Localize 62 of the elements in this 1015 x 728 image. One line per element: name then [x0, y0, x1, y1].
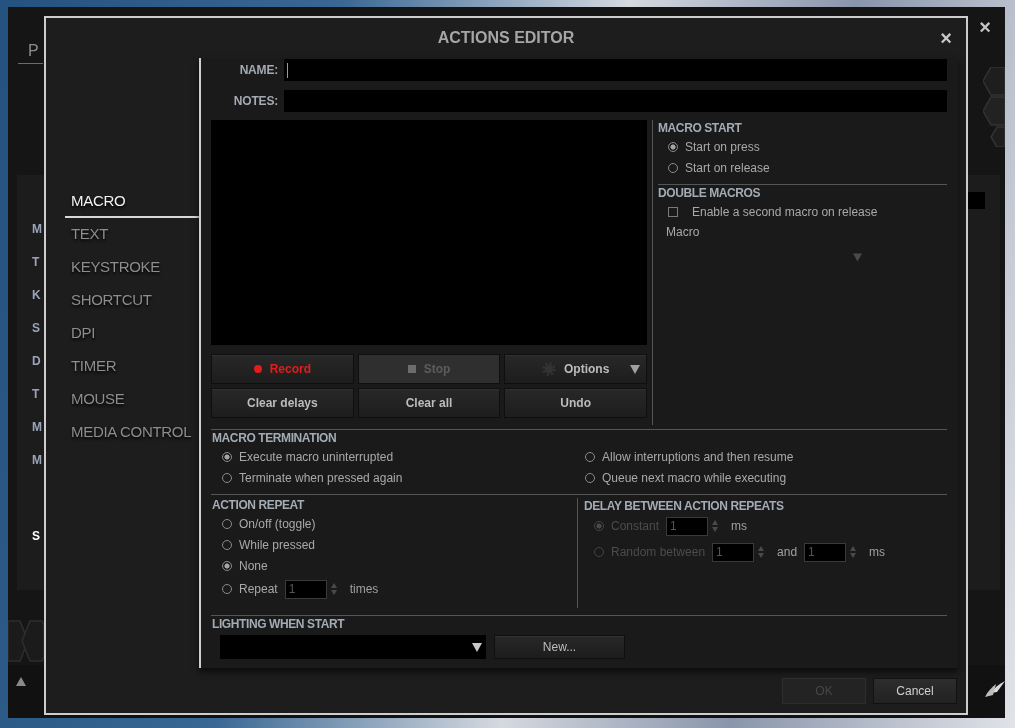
- unit-label: ms: [869, 545, 886, 559]
- radio-button[interactable]: [222, 451, 232, 462]
- dialog-title: ACTIONS EDITOR: [437, 28, 575, 48]
- menu-letter[interactable]: T: [32, 246, 40, 279]
- section-heading: MACRO TERMINATION: [212, 430, 337, 446]
- radio-label: None: [239, 558, 268, 573]
- menu-letter[interactable]: D: [32, 345, 41, 378]
- radio-label: Repeat: [239, 582, 278, 596]
- options-button[interactable]: Options: [504, 354, 647, 384]
- section-heading: DELAY BETWEEN ACTION REPEATS: [584, 498, 784, 514]
- menu-letter[interactable]: T: [32, 378, 40, 411]
- section-heading: MACRO START: [658, 120, 742, 136]
- name-field[interactable]: [284, 59, 947, 81]
- radio-label: Start on press: [685, 139, 760, 154]
- radio-label: On/off (toggle): [239, 516, 316, 531]
- category-tab[interactable]: MOUSE: [65, 383, 199, 416]
- radio-label: Execute macro uninterrupted: [239, 449, 394, 464]
- field-label: NAME:: [239, 63, 278, 77]
- notes-field[interactable]: [284, 90, 947, 112]
- checkbox[interactable]: [668, 206, 678, 217]
- checkbox-label: Enable a second macro on release: [692, 204, 878, 219]
- close-button[interactable]: ×: [940, 28, 952, 48]
- category-tab[interactable]: TIMER: [65, 350, 199, 383]
- menu-letter[interactable]: S: [32, 520, 40, 553]
- dropdown-caret-icon: [472, 642, 482, 652]
- stop-square-icon: [407, 365, 416, 373]
- radio-button[interactable]: [668, 141, 678, 152]
- radio-label: Allow interruptions and then resume: [602, 449, 794, 464]
- radio-button[interactable]: [222, 560, 232, 571]
- logo-icon: [985, 681, 1005, 697]
- menu-letter[interactable]: M: [32, 444, 42, 477]
- section-heading: LIGHTING WHEN START: [212, 616, 345, 632]
- unit-label: times: [349, 582, 379, 596]
- up-arrow-icon[interactable]: [16, 677, 26, 686]
- undo-button[interactable]: Undo: [504, 388, 647, 418]
- new-button[interactable]: New...: [494, 635, 625, 659]
- category-tab[interactable]: TEXT: [65, 218, 199, 251]
- unit-label: ms: [731, 519, 748, 533]
- category-tab[interactable]: DPI: [65, 317, 199, 350]
- radio-label: Terminate when pressed again: [239, 470, 403, 485]
- menu-letter[interactable]: S: [32, 312, 40, 345]
- category-tab[interactable]: KEYSTROKE: [65, 251, 199, 284]
- close-button[interactable]: ×: [979, 17, 991, 37]
- clear-delays-button[interactable]: Clear delays: [211, 388, 354, 418]
- radio-label: Queue next macro while executing: [602, 470, 787, 485]
- field-label: NOTES:: [233, 94, 278, 108]
- record-dot-icon: [253, 365, 262, 373]
- category-tab[interactable]: SHORTCUT: [65, 284, 199, 317]
- clear-all-button[interactable]: Clear all: [357, 388, 501, 418]
- category-tab[interactable]: MEDIA CONTROL: [65, 416, 199, 449]
- radio-label: Start on release: [685, 160, 770, 175]
- menu-letter[interactable]: M: [32, 411, 42, 444]
- section-heading: DOUBLE MACROS: [658, 185, 761, 201]
- radio-label: While pressed: [239, 537, 316, 552]
- menu-letter[interactable]: K: [32, 279, 41, 312]
- menu-letter[interactable]: M: [32, 213, 42, 246]
- joiner-label: and: [777, 545, 798, 559]
- section-heading: ACTION REPEAT: [212, 497, 304, 513]
- profile-tab[interactable]: P: [18, 41, 43, 64]
- field-label: Macro: [665, 224, 700, 241]
- caret-icon: [630, 365, 640, 374]
- cancel-button[interactable]: Cancel: [873, 677, 957, 704]
